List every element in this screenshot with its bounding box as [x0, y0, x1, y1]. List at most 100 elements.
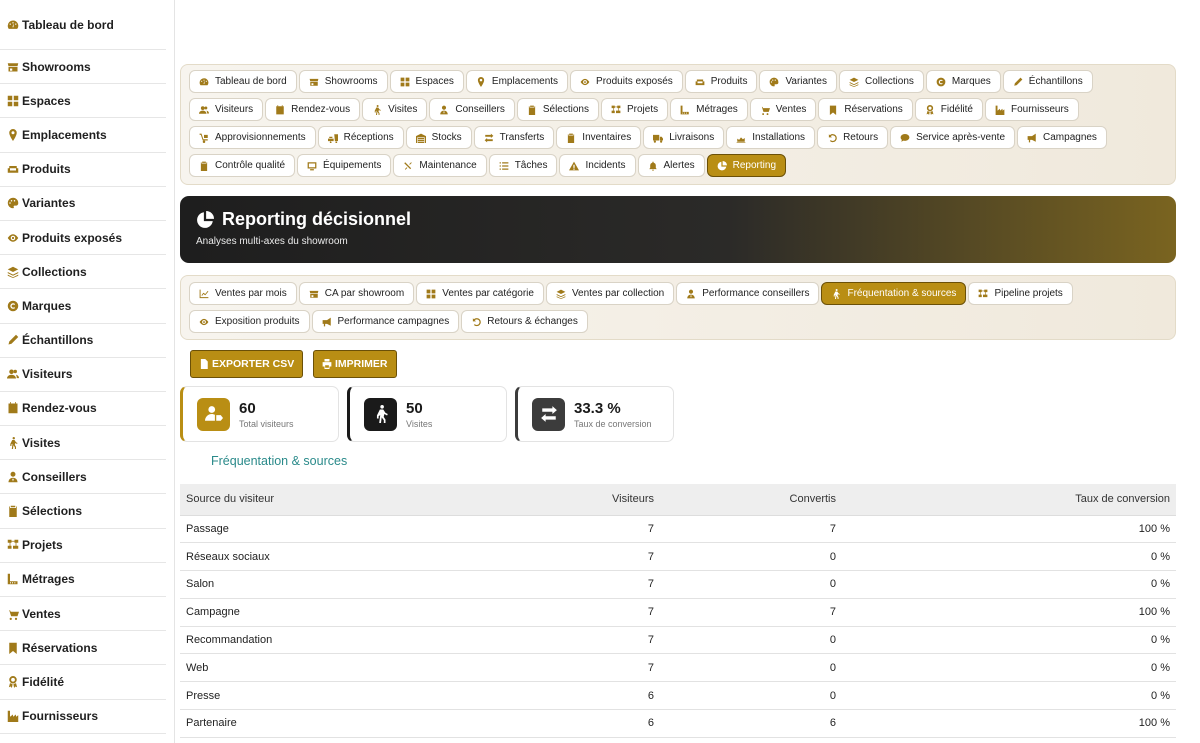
nav-item-reservations[interactable]: Réservations	[818, 98, 913, 121]
sidebar-item-selections[interactable]: Sélections	[0, 494, 166, 529]
nav-item-fournisseurs[interactable]: Fournisseurs	[985, 98, 1079, 121]
sidebar-item-fournisseurs[interactable]: Fournisseurs	[0, 700, 166, 734]
sidebar-item-collections[interactable]: Collections	[0, 255, 166, 290]
sidebar-item-reservations[interactable]: Réservations	[0, 631, 166, 666]
nav-item-visiteurs[interactable]: Visiteurs	[189, 98, 264, 121]
store-icon	[309, 77, 319, 87]
sidebar-item-showrooms[interactable]: Showrooms	[0, 50, 166, 85]
sidebar-item-produits[interactable]: Produits	[0, 153, 166, 187]
nav-item-echantillons[interactable]: Échantillons	[1002, 70, 1093, 93]
nav-item-retours[interactable]: Retours	[817, 126, 889, 149]
nav-item-projets[interactable]: Projets	[600, 98, 669, 121]
nav-item-installations[interactable]: Installations	[726, 126, 816, 149]
nav-item-showrooms[interactable]: Showrooms	[298, 70, 388, 93]
nav-item-produits-exposes[interactable]: Produits exposés	[570, 70, 683, 93]
cell-converted: 0	[660, 542, 842, 572]
nav-item-collections[interactable]: Collections	[838, 70, 924, 93]
nav-item-inventaires[interactable]: Inventaires	[556, 126, 642, 149]
cell-visitors: 7	[490, 626, 660, 655]
walking-icon	[6, 436, 20, 450]
nav-item-emplacements[interactable]: Emplacements	[465, 70, 569, 93]
nav-item-espaces[interactable]: Espaces	[389, 70, 464, 93]
cell-source: Salon	[180, 570, 490, 599]
nav-item-metrages[interactable]: Métrages	[670, 98, 748, 121]
nav-item-ventes[interactable]: Ventes	[749, 98, 817, 121]
clipboard-check-icon	[568, 133, 575, 143]
sidebar-item-visites[interactable]: Visites	[0, 426, 166, 461]
nav-item-maintenance[interactable]: Maintenance	[393, 154, 487, 177]
sidebar-item-ventes[interactable]: Ventes	[0, 597, 166, 632]
report-tab-retours-and-echanges[interactable]: Retours & échanges	[461, 310, 588, 333]
column-header-visitors[interactable]: Visiteurs	[490, 484, 660, 516]
cell-source: Passage	[180, 515, 490, 544]
sidebar-item-fidelite[interactable]: Fidélité	[0, 665, 166, 700]
nav-item-fidelite[interactable]: Fidélité	[914, 98, 983, 121]
nav-item-produits[interactable]: Produits	[684, 70, 758, 93]
industry-icon	[995, 105, 1005, 115]
sidebar-item-echantillons[interactable]: Échantillons	[0, 324, 166, 358]
nav-item-incidents[interactable]: Incidents	[559, 154, 636, 177]
report-tab-pipeline-projets[interactable]: Pipeline projets	[968, 282, 1073, 305]
nav-item-variantes[interactable]: Variantes	[759, 70, 837, 93]
nav-item-stocks[interactable]: Stocks	[405, 126, 472, 149]
nav-item-label: Contrôle qualité	[215, 160, 286, 171]
nav-item-transferts[interactable]: Transferts	[473, 126, 555, 149]
nav-item-visites[interactable]: Visites	[362, 98, 428, 121]
line-chart-icon	[199, 289, 209, 298]
nav-item-selections[interactable]: Sélections	[516, 98, 599, 121]
nav-item-conseillers[interactable]: Conseillers	[429, 98, 515, 121]
sidebar-item-rendez-vous[interactable]: Rendez-vous	[0, 392, 166, 427]
column-header-converted[interactable]: Convertis	[660, 484, 842, 516]
report-tab-performance-campagnes[interactable]: Performance campagnes	[311, 310, 460, 333]
nav-item-service-apres-vente[interactable]: Service après-vente	[890, 126, 1016, 149]
nav-item-approvisionnements[interactable]: Approvisionnements	[189, 126, 316, 149]
sidebar-item-espaces[interactable]: Espaces	[0, 84, 166, 119]
layers-icon	[556, 289, 566, 299]
report-tab-frequentation-and-sources[interactable]: Fréquentation & sources	[821, 282, 967, 305]
sidebar-item-visiteurs[interactable]: Visiteurs	[0, 358, 166, 392]
column-header-conversion-rate[interactable]: Taux de conversion	[842, 484, 1176, 516]
nav-item-tableau-de-bord[interactable]: Tableau de bord	[189, 70, 297, 93]
nav-item-receptions[interactable]: Réceptions	[317, 126, 404, 149]
sidebar-item-label: Ventes	[22, 606, 61, 621]
project-icon	[6, 538, 20, 552]
report-tab-exposition-produits[interactable]: Exposition produits	[189, 310, 310, 333]
sidebar-item-variantes[interactable]: Variantes	[0, 187, 166, 221]
sidebar-item-label: Variantes	[22, 196, 76, 211]
nav-item-controle-qualite[interactable]: Contrôle qualité	[189, 154, 296, 177]
nav-item-reporting[interactable]: Reporting	[706, 154, 786, 177]
palette-icon	[769, 77, 779, 87]
report-tab-ventes-par-categorie[interactable]: Ventes par catégorie	[416, 282, 544, 305]
report-tab-performance-conseillers[interactable]: Performance conseillers	[676, 282, 820, 305]
store-icon	[6, 60, 20, 74]
kpi-text: 50 Visites	[406, 400, 432, 429]
nav-item-alertes[interactable]: Alertes	[637, 154, 705, 177]
nav-item-campagnes[interactable]: Campagnes	[1017, 126, 1107, 149]
sidebar-item-marques[interactable]: Marques	[0, 289, 166, 324]
nav-item-taches[interactable]: Tâches	[488, 154, 558, 177]
sidebar-item-emplacements[interactable]: Emplacements	[0, 118, 166, 153]
sidebar-item-projets[interactable]: Projets	[0, 529, 166, 563]
report-tab-ventes-par-mois[interactable]: Ventes par mois	[189, 282, 297, 305]
column-header-source[interactable]: Source du visiteur	[180, 484, 490, 516]
sidebar-item-metrages[interactable]: Métrages	[0, 563, 166, 597]
page-title: Reporting décisionnel	[196, 209, 1160, 230]
bullhorn-icon	[322, 317, 332, 327]
sidebar-item-tableau-de-bord[interactable]: Tableau de bord	[0, 0, 166, 50]
nav-item-marques[interactable]: Marques	[925, 70, 1001, 93]
undo-icon	[827, 133, 837, 143]
nav-item-rendez-vous[interactable]: Rendez-vous	[265, 98, 361, 121]
report-tab-ventes-par-collection[interactable]: Ventes par collection	[545, 282, 675, 305]
sidebar-item-conseillers[interactable]: Conseillers	[0, 460, 166, 495]
export-csv-button[interactable]: EXPORTER CSV	[190, 350, 304, 378]
nav-item-label: Inventaires	[582, 132, 632, 143]
nav-item-equipements[interactable]: Équipements	[297, 154, 392, 177]
print-button[interactable]: IMPRIMER	[313, 350, 397, 378]
kpi-value: 50	[406, 399, 423, 417]
nav-item-livraisons[interactable]: Livraisons	[643, 126, 725, 149]
sidebar-item-produits-exposes[interactable]: Produits exposés	[0, 221, 166, 256]
report-tab-ca-par-showroom[interactable]: CA par showroom	[298, 282, 415, 305]
award-icon	[925, 104, 935, 115]
calendar-icon	[276, 104, 284, 114]
nav-item-label: Équipements	[323, 160, 382, 171]
